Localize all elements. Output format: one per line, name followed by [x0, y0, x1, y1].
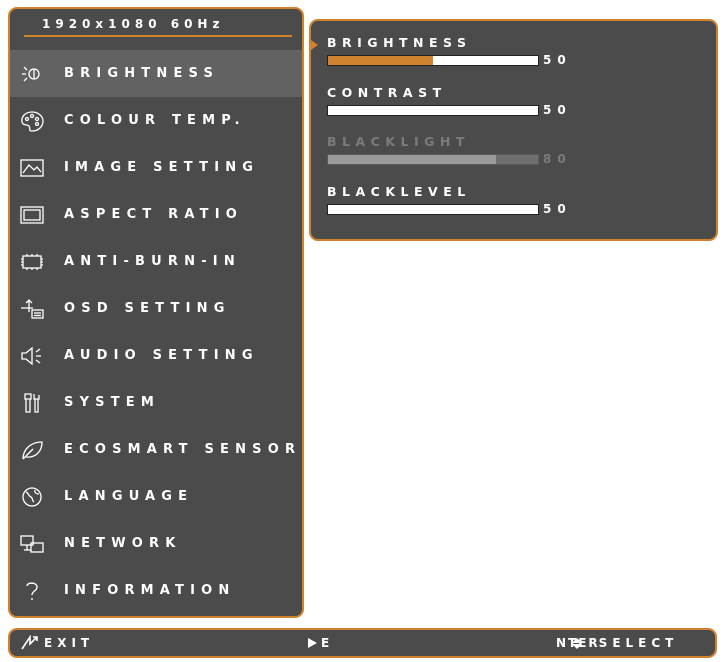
palette-icon	[18, 109, 46, 133]
aspect-ratio-icon	[18, 203, 46, 227]
exit-icon	[20, 635, 40, 651]
brightness-submenu-panel: BRIGHTNESS 50 CONTRAST 50 BLACKLIGHT 80 …	[309, 19, 718, 241]
osd-icon	[18, 297, 46, 321]
resolution-label: 1920x1080 60Hz	[42, 17, 225, 31]
submenu-row-brightness[interactable]: BRIGHTNESS 50	[327, 35, 707, 67]
globe-icon	[18, 485, 46, 509]
submenu-row-contrast[interactable]: CONTRAST 50	[327, 85, 707, 117]
exit-hint[interactable]: EXIT	[20, 630, 94, 656]
slider-value: 80	[543, 152, 572, 166]
tools-icon	[18, 391, 46, 415]
slider-fill	[328, 55, 433, 65]
slider-fill	[328, 154, 496, 164]
menu-item-aspect-ratio[interactable]: ASPECT RATIO	[10, 191, 302, 238]
menu-item-image-setting[interactable]: IMAGE SETTING	[10, 144, 302, 191]
submenu-row-blacklevel[interactable]: BLACKLEVEL 50	[327, 184, 707, 216]
menu-item-colour-temp[interactable]: COLOUR TEMP.	[10, 97, 302, 144]
submenu-row-blacklight: BLACKLIGHT 80	[327, 134, 707, 166]
main-menu: BRIGHTNESS COLOUR TEMP. IMAGE SETTING AS…	[10, 50, 302, 614]
submenu-row-label: BLACKLEVEL	[327, 184, 471, 199]
select-label: SELECT	[598, 636, 679, 650]
menu-item-label: LANGUAGE	[64, 489, 194, 504]
slider-value: 50	[543, 103, 572, 117]
chip-icon	[18, 250, 46, 274]
brightness-icon	[18, 62, 46, 86]
menu-item-label: INFORMATION	[64, 583, 236, 598]
slider-fill	[328, 105, 433, 115]
main-menu-panel: 1920x1080 60Hz BRIGHTNESS COLOUR TEMP. I…	[8, 7, 304, 618]
menu-item-information[interactable]: INFORMATION	[10, 567, 302, 614]
image-icon	[18, 156, 46, 180]
enter-label: E	[321, 636, 335, 650]
menu-item-ecosmart-sensor[interactable]: ECOSMART SENSOR	[10, 426, 302, 473]
slider-value: 50	[543, 202, 572, 216]
menu-item-label: ECOSMART SENSOR	[64, 442, 302, 457]
exit-label: EXIT	[44, 636, 95, 650]
slider-fill	[328, 204, 433, 214]
menu-item-label: BRIGHTNESS	[64, 66, 220, 81]
menu-item-label: ANTI-BURN-IN	[64, 254, 241, 269]
menu-item-osd-setting[interactable]: OSD SETTING	[10, 285, 302, 332]
osd-hint-bar: EXIT E NTER SELECT	[8, 628, 717, 658]
menu-item-label: IMAGE SETTING	[64, 160, 260, 175]
menu-item-anti-burn-in[interactable]: ANTI-BURN-IN	[10, 238, 302, 285]
speaker-icon	[18, 344, 46, 368]
menu-item-label: ASPECT RATIO	[64, 207, 243, 222]
network-icon	[18, 532, 46, 556]
leaf-icon	[18, 438, 46, 462]
submenu-row-label: CONTRAST	[327, 85, 447, 100]
question-icon	[18, 579, 46, 603]
blacklight-slider	[327, 153, 539, 165]
enter-hint[interactable]: E	[308, 630, 334, 656]
menu-item-label: NETWORK	[64, 536, 182, 551]
header-divider	[24, 35, 292, 37]
slider-value: 50	[543, 53, 572, 67]
menu-item-language[interactable]: LANGUAGE	[10, 473, 302, 520]
selection-pointer-icon	[311, 40, 318, 50]
menu-item-system[interactable]: SYSTEM	[10, 379, 302, 426]
menu-item-network[interactable]: NETWORK	[10, 520, 302, 567]
submenu-row-label: BRIGHTNESS	[327, 35, 472, 50]
menu-item-label: OSD SETTING	[64, 301, 231, 316]
up-down-icon	[571, 637, 582, 649]
blacklevel-slider[interactable]	[327, 203, 539, 215]
select-hint[interactable]: NTER SELECT	[556, 630, 678, 656]
menu-item-audio-setting[interactable]: AUDIO SETTING	[10, 332, 302, 379]
brightness-slider[interactable]	[327, 54, 539, 66]
submenu-row-label: BLACKLIGHT	[327, 134, 470, 149]
menu-item-label: SYSTEM	[64, 395, 161, 410]
menu-item-brightness[interactable]: BRIGHTNESS	[10, 50, 302, 97]
menu-item-label: COLOUR TEMP.	[64, 113, 246, 128]
play-icon	[308, 638, 317, 648]
contrast-slider[interactable]	[327, 104, 539, 116]
menu-item-label: AUDIO SETTING	[64, 348, 259, 363]
